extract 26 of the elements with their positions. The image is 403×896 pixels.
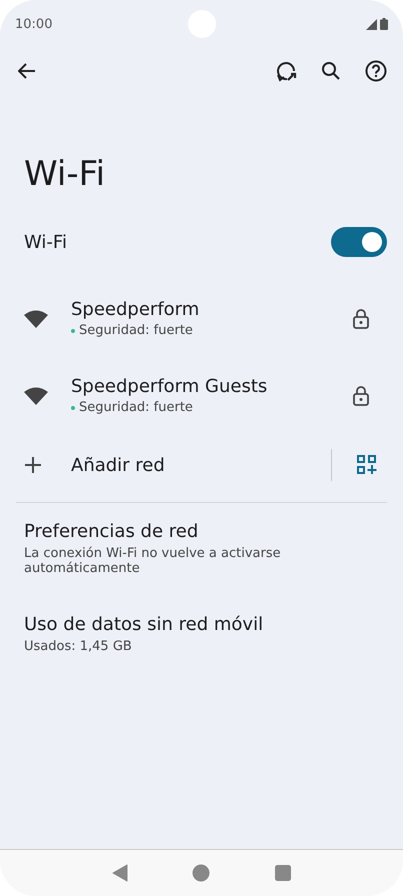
search-icon[interactable]: [321, 61, 341, 81]
wifi-switch[interactable]: [331, 227, 387, 257]
wifi-icon: [24, 310, 48, 328]
plus-icon: [24, 456, 42, 474]
wifi-icon: [24, 386, 48, 404]
setting-title[interactable]: Preferencias de red: [24, 521, 379, 542]
network-status: Seguridad: fuerte: [79, 400, 193, 415]
battery-icon: [380, 18, 388, 30]
setting-title[interactable]: Uso de datos sin red móvil: [24, 614, 379, 635]
wifi-label: Wi-Fi: [24, 232, 67, 252]
nav-recents-icon[interactable]: [274, 865, 291, 881]
add-network-label[interactable]: Añadir red: [71, 454, 331, 476]
status-time: 10:00: [15, 16, 52, 32]
nav-home-icon[interactable]: [192, 864, 210, 882]
page-title: Wi-Fi: [24, 154, 106, 194]
qr-scan-icon[interactable]: [357, 455, 377, 475]
back-arrow-icon[interactable]: [18, 63, 36, 79]
network-status: Seguridad: fuerte: [79, 323, 193, 338]
network-name[interactable]: Speedperform: [71, 299, 353, 320]
help-icon[interactable]: [365, 60, 387, 82]
signal-icon: [366, 19, 377, 30]
nav-back-icon[interactable]: [112, 864, 128, 882]
refresh-wrench-icon[interactable]: [275, 60, 297, 82]
network-name[interactable]: Speedperform Guests: [71, 376, 353, 397]
setting-summary: Usados: 1,45 GB: [24, 639, 133, 654]
setting-summary: La conexión Wi-Fi no vuelve a activarse automáticamente: [24, 546, 282, 576]
